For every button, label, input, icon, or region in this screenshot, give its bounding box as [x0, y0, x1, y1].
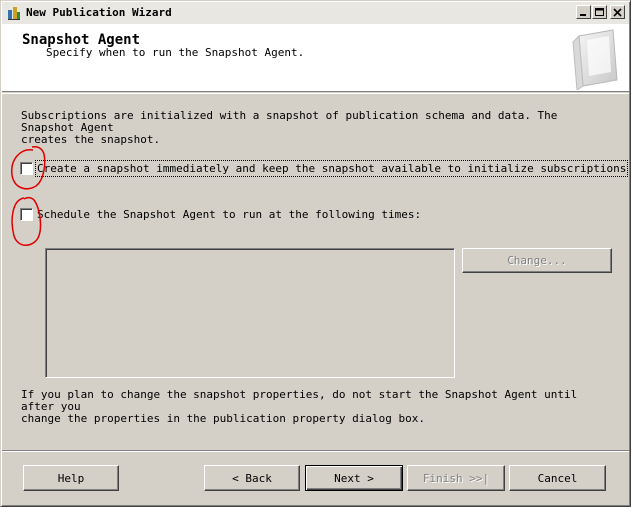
intro-text: Subscriptions are initialized with a sna…	[21, 109, 558, 146]
minimize-button[interactable]	[576, 5, 591, 19]
page-subtitle: Specify when to run the Snapshot Agent.	[46, 46, 305, 59]
wizard-window: New Publication Wizard Snapshot Agent Sp…	[0, 0, 631, 507]
option-create-snapshot[interactable]: Create a snapshot immediately and keep t…	[20, 159, 629, 177]
help-button-label: Help	[57, 471, 85, 485]
wizard-header: Snapshot Agent Specify when to run the S…	[2, 24, 629, 92]
wizard-graphic-icon	[572, 29, 618, 90]
schedule-agent-label[interactable]: Schedule the Snapshot Agent to run at th…	[37, 208, 421, 221]
create-snapshot-checkbox[interactable]	[20, 161, 33, 175]
finish-button[interactable]: Finish >>|	[407, 465, 505, 491]
footer-divider	[2, 450, 629, 452]
title-bar[interactable]: New Publication Wizard	[2, 2, 629, 24]
minimize-icon	[580, 13, 586, 16]
next-button-label: Next >	[334, 471, 374, 485]
create-snapshot-label[interactable]: Create a snapshot immediately and keep t…	[34, 159, 629, 177]
schedule-agent-checkbox[interactable]	[20, 207, 33, 221]
cancel-button[interactable]: Cancel	[509, 465, 606, 491]
maximize-button[interactable]	[592, 5, 607, 19]
window-title: New Publication Wizard	[26, 6, 172, 19]
option-schedule-agent[interactable]: Schedule the Snapshot Agent to run at th…	[20, 207, 421, 221]
header-divider	[2, 93, 629, 94]
back-button-label: < Back	[232, 471, 272, 485]
help-button[interactable]: Help	[23, 465, 119, 491]
note-text: If you plan to change the snapshot prope…	[21, 388, 578, 425]
annotation-circle-bottom	[11, 196, 42, 246]
maximize-icon	[595, 7, 604, 16]
schedule-description-box	[45, 248, 455, 378]
change-button-label: Change...	[507, 254, 567, 267]
cancel-button-label: Cancel	[537, 471, 578, 485]
back-button[interactable]: < Back	[204, 465, 300, 491]
close-button[interactable]	[610, 5, 625, 19]
change-button[interactable]: Change...	[462, 248, 612, 273]
wizard-app-icon	[8, 7, 20, 20]
finish-button-label: Finish >>|	[422, 471, 490, 485]
close-icon	[613, 7, 622, 17]
next-button[interactable]: Next >	[305, 465, 403, 491]
